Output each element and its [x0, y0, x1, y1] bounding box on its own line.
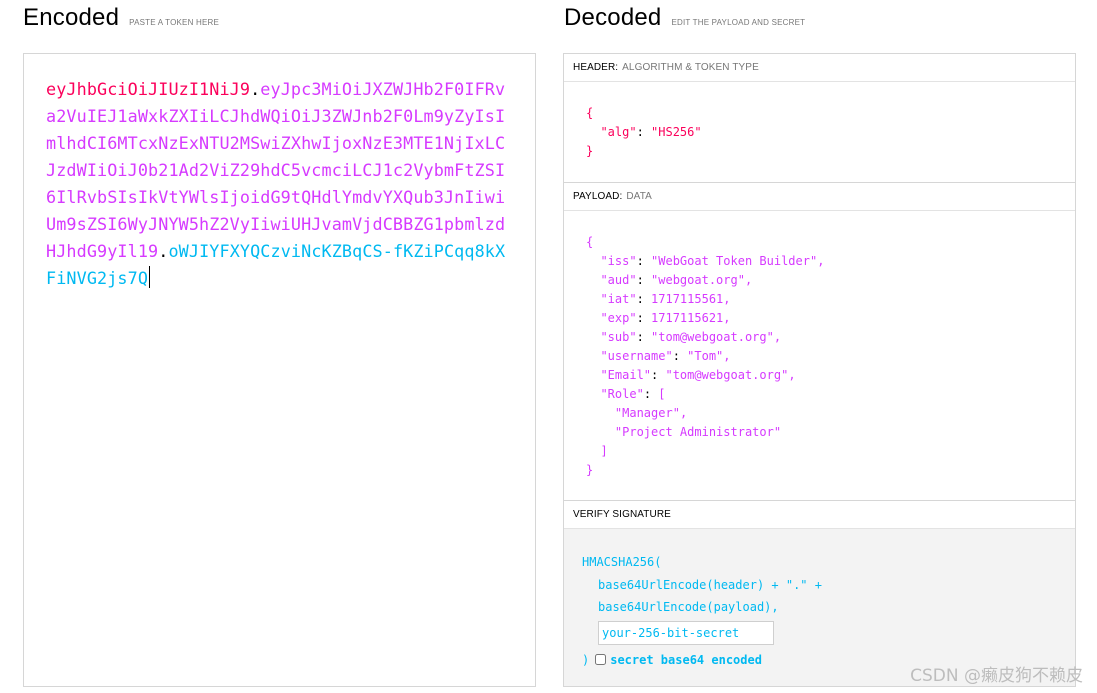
payload-json-editor[interactable]: { "iss": "WebGoat Token Builder", "aud":… — [564, 211, 1075, 502]
header-sublabel: ALGORITHM & TOKEN TYPE — [622, 62, 759, 73]
encoded-token-editor[interactable]: eyJhbGciOiJIUzI1NiJ9.eyJpc3MiOiJXZWJHb2F… — [23, 53, 536, 687]
secret-base64-label[interactable]: secret base64 encoded — [610, 649, 762, 672]
watermark: CSDN @癞皮狗不赖皮 — [910, 666, 1083, 686]
text-caret — [149, 266, 151, 288]
header-json-editor[interactable]: { "alg": "HS256" } — [564, 82, 1075, 183]
decoded-title-bar: Decoded EDIT THE PAYLOAD AND SECRET — [564, 4, 805, 32]
decoded-panel: HEADER: ALGORITHM & TOKEN TYPE { "alg": … — [563, 53, 1076, 687]
hmac-function-close: ) — [582, 652, 590, 667]
payload-sublabel: DATA — [626, 191, 652, 202]
encoded-subtitle: PASTE A TOKEN HERE — [129, 18, 220, 27]
token-dot: . — [250, 79, 261, 99]
header-section: HEADER: ALGORITHM & TOKEN TYPE { "alg": … — [564, 54, 1075, 183]
hmac-function-open: HMACSHA256( — [582, 555, 662, 569]
token-payload-part: eyJpc3MiOiJXZWJHb2F0IFRva2VuIEJ1aWxkZXIi… — [46, 79, 506, 261]
hmac-line-payload: base64UrlEncode(payload), — [598, 600, 779, 614]
token-dot: . — [158, 241, 169, 261]
verify-signature-section: VERIFY SIGNATURE HMACSHA256( base64UrlEn… — [564, 501, 1075, 686]
payload-section: PAYLOAD: DATA { "iss": "WebGoat Token Bu… — [564, 183, 1075, 501]
header-section-heading: HEADER: ALGORITHM & TOKEN TYPE — [564, 54, 1075, 82]
payload-label: PAYLOAD: — [573, 191, 623, 202]
verify-label: VERIFY SIGNATURE — [573, 509, 671, 520]
token-header-part: eyJhbGciOiJIUzI1NiJ9 — [46, 79, 251, 99]
hmac-line-header: base64UrlEncode(header) + "." + — [598, 577, 822, 592]
secret-base64-checkbox[interactable] — [595, 654, 607, 666]
verify-signature-heading: VERIFY SIGNATURE — [564, 501, 1075, 529]
secret-input[interactable] — [598, 620, 774, 645]
encoded-title-bar: Encoded PASTE A TOKEN HERE — [23, 4, 219, 32]
encoded-title: Encoded — [23, 4, 120, 31]
header-label: HEADER: — [573, 62, 619, 73]
payload-section-heading: PAYLOAD: DATA — [564, 183, 1075, 211]
decoded-title: Decoded — [564, 4, 662, 31]
decoded-subtitle: EDIT THE PAYLOAD AND SECRET — [671, 18, 806, 27]
